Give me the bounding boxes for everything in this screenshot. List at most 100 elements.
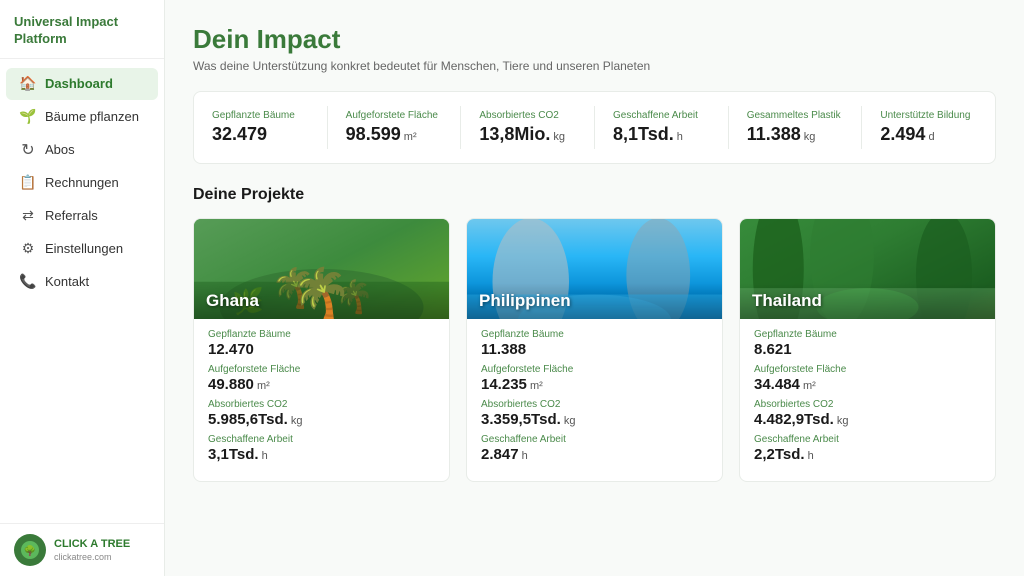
footer-logo-img: 🌳 bbox=[14, 534, 46, 566]
sidebar-item-label: Abos bbox=[45, 142, 75, 157]
proj-stat-value: 4.482,9Tsd. kg bbox=[754, 411, 981, 428]
project-card-thailand[interactable]: Thailand Gepflanzte Bäume 8.621 Aufgefor… bbox=[739, 218, 996, 482]
page-subtitle: Was deine Unterstützung konkret bedeutet… bbox=[193, 59, 996, 73]
stat-aufgeforstete: Aufgeforstete Fläche 98.599 m² bbox=[328, 106, 462, 149]
stat-label: Geschaffene Arbeit bbox=[613, 110, 710, 121]
stat-label: Gesammeltes Plastik bbox=[747, 110, 844, 121]
stat-label: Gepflanzte Bäume bbox=[212, 110, 309, 121]
proj-stat-value: 2.847 h bbox=[481, 446, 708, 463]
project-card-ghana[interactable]: 🌴 🌴 🌿 Ghana Gepflanzte Bäume 12.470 Aufg… bbox=[193, 218, 450, 482]
proj-stat: Absorbiertes CO2 5.985,6Tsd. kg bbox=[208, 399, 435, 428]
sidebar-item-abos[interactable]: ↻ Abos bbox=[6, 134, 158, 166]
proj-stat-label: Aufgeforstete Fläche bbox=[754, 364, 981, 375]
footer-brand-url: clickatree.com bbox=[54, 552, 130, 562]
sidebar-item-label: Referrals bbox=[45, 208, 98, 223]
project-stats-ghana: Gepflanzte Bäume 12.470 Aufgeforstete Fl… bbox=[194, 319, 449, 481]
proj-stat-label: Absorbiertes CO2 bbox=[208, 399, 435, 410]
project-card-philippinen[interactable]: Philippinen Gepflanzte Bäume 11.388 Aufg… bbox=[466, 218, 723, 482]
footer-brand-text: CLICK A TREE clickatree.com bbox=[54, 538, 130, 561]
footer-brand-name: CLICK A TREE bbox=[54, 538, 130, 551]
stat-value: 32.479 bbox=[212, 124, 309, 145]
sidebar-item-kontakt[interactable]: 📞 Kontakt bbox=[6, 266, 158, 298]
proj-stat-value: 8.621 bbox=[754, 341, 981, 358]
stats-bar: Gepflanzte Bäume 32.479 Aufgeforstete Fl… bbox=[193, 91, 996, 164]
proj-stat-value: 11.388 bbox=[481, 341, 708, 358]
stat-label: Aufgeforstete Fläche bbox=[346, 110, 443, 121]
sidebar-footer: 🌳 CLICK A TREE clickatree.com bbox=[0, 523, 164, 576]
proj-stat: Aufgeforstete Fläche 49.880 m² bbox=[208, 364, 435, 393]
sidebar-item-referrals[interactable]: ⇄ Referrals bbox=[6, 200, 158, 232]
proj-stat: Gepflanzte Bäume 11.388 bbox=[481, 329, 708, 358]
proj-stat-label: Geschaffene Arbeit bbox=[754, 434, 981, 445]
sidebar-item-label: Bäume pflanzen bbox=[45, 109, 139, 124]
sidebar-item-label: Dashboard bbox=[45, 76, 113, 91]
project-stats-philippinen: Gepflanzte Bäume 11.388 Aufgeforstete Fl… bbox=[467, 319, 722, 481]
invoice-icon: 📋 bbox=[20, 175, 36, 191]
stat-arbeit: Geschaffene Arbeit 8,1Tsd. h bbox=[595, 106, 729, 149]
proj-stat-value: 3,1Tsd. h bbox=[208, 446, 435, 463]
projects-grid: 🌴 🌴 🌿 Ghana Gepflanzte Bäume 12.470 Aufg… bbox=[193, 218, 996, 482]
stat-gepflanzte-baume: Gepflanzte Bäume 32.479 bbox=[194, 106, 328, 149]
project-name-philippinen: Philippinen bbox=[467, 283, 722, 319]
proj-stat-value: 3.359,5Tsd. kg bbox=[481, 411, 708, 428]
proj-stat-label: Absorbiertes CO2 bbox=[754, 399, 981, 410]
proj-stat: Geschaffene Arbeit 2,2Tsd. h bbox=[754, 434, 981, 463]
stat-co2: Absorbiertes CO2 13,8Mio. kg bbox=[461, 106, 595, 149]
proj-stat: Gepflanzte Bäume 12.470 bbox=[208, 329, 435, 358]
proj-stat-label: Aufgeforstete Fläche bbox=[208, 364, 435, 375]
proj-stat-label: Geschaffene Arbeit bbox=[208, 434, 435, 445]
sidebar-item-einstellungen[interactable]: ⚙ Einstellungen bbox=[6, 233, 158, 265]
contact-icon: 📞 bbox=[20, 274, 36, 290]
project-image-thailand: Thailand bbox=[740, 219, 995, 319]
project-stats-thailand: Gepflanzte Bäume 8.621 Aufgeforstete Flä… bbox=[740, 319, 995, 481]
proj-stat-label: Aufgeforstete Fläche bbox=[481, 364, 708, 375]
proj-stat-value: 12.470 bbox=[208, 341, 435, 358]
referral-icon: ⇄ bbox=[20, 208, 36, 224]
proj-stat: Aufgeforstete Fläche 14.235 m² bbox=[481, 364, 708, 393]
sidebar-brand: Universal ImpactPlatform bbox=[0, 0, 164, 59]
project-image-philippinen: Philippinen bbox=[467, 219, 722, 319]
project-image-ghana: 🌴 🌴 🌿 Ghana bbox=[194, 219, 449, 319]
stat-value: 98.599 m² bbox=[346, 124, 443, 145]
proj-stat-value: 5.985,6Tsd. kg bbox=[208, 411, 435, 428]
sidebar-item-label: Kontakt bbox=[45, 274, 89, 289]
gear-icon: ⚙ bbox=[20, 241, 36, 257]
svg-text:🌳: 🌳 bbox=[24, 544, 36, 557]
proj-stat-label: Gepflanzte Bäume bbox=[208, 329, 435, 340]
stat-value: 8,1Tsd. h bbox=[613, 124, 710, 145]
stat-label: Absorbiertes CO2 bbox=[479, 110, 576, 121]
main-content: Dein Impact Was deine Unterstützung konk… bbox=[165, 0, 1024, 576]
project-name-ghana: Ghana bbox=[194, 283, 449, 319]
proj-stat-value: 34.484 m² bbox=[754, 376, 981, 393]
sidebar-item-rechnungen[interactable]: 📋 Rechnungen bbox=[6, 167, 158, 199]
sidebar-item-dashboard[interactable]: 🏠 Dashboard bbox=[6, 68, 158, 100]
proj-stat-label: Absorbiertes CO2 bbox=[481, 399, 708, 410]
sidebar-item-label: Rechnungen bbox=[45, 175, 119, 190]
proj-stat-label: Gepflanzte Bäume bbox=[754, 329, 981, 340]
proj-stat: Absorbiertes CO2 4.482,9Tsd. kg bbox=[754, 399, 981, 428]
stat-label: Unterstützte Bildung bbox=[880, 110, 977, 121]
stat-bildung: Unterstützte Bildung 2.494 d bbox=[862, 106, 995, 149]
tree-icon: 🌱 bbox=[20, 109, 36, 125]
stat-value: 11.388 kg bbox=[747, 124, 844, 145]
project-name-thailand: Thailand bbox=[740, 283, 995, 319]
proj-stat: Absorbiertes CO2 3.359,5Tsd. kg bbox=[481, 399, 708, 428]
sidebar: Universal ImpactPlatform 🏠 Dashboard 🌱 B… bbox=[0, 0, 165, 576]
proj-stat-label: Gepflanzte Bäume bbox=[481, 329, 708, 340]
stat-value: 13,8Mio. kg bbox=[479, 124, 576, 145]
page-title: Dein Impact bbox=[193, 24, 996, 55]
proj-stat-value: 2,2Tsd. h bbox=[754, 446, 981, 463]
projects-section-title: Deine Projekte bbox=[193, 186, 996, 204]
stat-value: 2.494 d bbox=[880, 124, 977, 145]
stat-plastik: Gesammeltes Plastik 11.388 kg bbox=[729, 106, 863, 149]
proj-stat: Geschaffene Arbeit 2.847 h bbox=[481, 434, 708, 463]
proj-stat-value: 14.235 m² bbox=[481, 376, 708, 393]
home-icon: 🏠 bbox=[20, 76, 36, 92]
sidebar-item-baume[interactable]: 🌱 Bäume pflanzen bbox=[6, 101, 158, 133]
proj-stat: Gepflanzte Bäume 8.621 bbox=[754, 329, 981, 358]
proj-stat: Geschaffene Arbeit 3,1Tsd. h bbox=[208, 434, 435, 463]
sidebar-nav: 🏠 Dashboard 🌱 Bäume pflanzen ↻ Abos 📋 Re… bbox=[0, 59, 164, 523]
refresh-icon: ↻ bbox=[20, 142, 36, 158]
sidebar-item-label: Einstellungen bbox=[45, 241, 123, 256]
proj-stat: Aufgeforstete Fläche 34.484 m² bbox=[754, 364, 981, 393]
